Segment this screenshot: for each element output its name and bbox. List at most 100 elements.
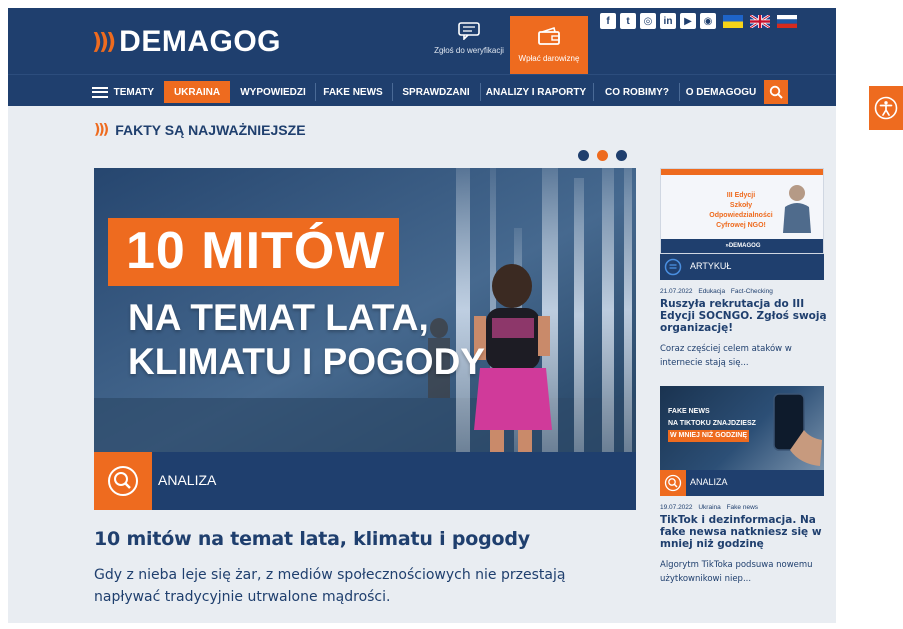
card-meta: 21.07.2022 Edukacja Fact-Checking (660, 288, 777, 295)
magnifier-circle-icon (108, 466, 138, 496)
card-category-bar[interactable]: ARTYKUŁ (660, 254, 824, 280)
card-meta: 19.07.2022 Ukraina Fake news (660, 504, 762, 511)
card-category-bar[interactable]: ANALIZA (660, 470, 824, 496)
nav-divider (392, 83, 393, 101)
card-date: 19.07.2022 (660, 504, 693, 511)
donate-button[interactable]: Wpłać darowiznę (510, 16, 588, 76)
hero-image[interactable]: 10 MITÓW NA TEMAT LATA, KLIMATU I POGODY (94, 168, 636, 452)
card-image-text-line: Szkoły Odpowiedzialności (709, 202, 773, 219)
hero-subtitle: NA TEMAT LATA, KLIMATU I POGODY (128, 296, 485, 384)
waves-icon: ))) (94, 122, 109, 138)
nav-item-analizy-i-raporty[interactable]: ANALIZY I RAPORTY (484, 81, 588, 103)
card-image-socngo[interactable]: III Edycji Szkoły Odpowiedzialności Cyfr… (660, 168, 824, 254)
search-button[interactable] (764, 80, 788, 104)
wallet-icon (538, 26, 560, 45)
report-for-verification-button[interactable]: Zgłoś do weryfikacji (424, 16, 514, 68)
nav-item-wypowiedzi[interactable]: WYPOWIEDZI (234, 81, 312, 103)
card-category-label: ANALIZA (690, 477, 728, 487)
ukraine-flag-icon[interactable] (723, 14, 743, 28)
card-image-text-line: FAKE NEWS (668, 408, 710, 415)
linkedin-icon[interactable]: in (660, 13, 676, 29)
carousel-dot[interactable] (616, 150, 627, 161)
nav-label: TEMATY (113, 86, 154, 98)
nav-item-fake-news[interactable]: FAKE NEWS (318, 81, 388, 103)
site-header: ))) DEMAGOG Zgłoś do weryfikacji Wpłać d… (8, 8, 836, 76)
instagram-icon[interactable]: ◎ (640, 13, 656, 29)
nav-item-ukraina[interactable]: UKRAINA (164, 81, 230, 103)
nav-divider (480, 83, 481, 101)
search-icon (769, 85, 783, 99)
card-tag[interactable]: Fact-Checking (731, 288, 773, 295)
phone-hand-photo (773, 393, 822, 466)
hero-title-box: 10 MITÓW (108, 218, 400, 286)
youtube-icon[interactable]: ▶ (680, 13, 696, 29)
card-image-text: FAKE NEWS NA TIKTOKU ZNAJDZIESZ W MNIEJ … (668, 406, 756, 442)
card-tag[interactable]: Edukacja (698, 288, 725, 295)
nav-label: UKRAINA (173, 86, 221, 98)
carousel-dot[interactable] (578, 150, 589, 161)
card-image-text: III Edycji Szkoły Odpowiedzialności Cyfr… (701, 191, 781, 231)
logo-text: DEMAGOG (119, 25, 282, 58)
nav-divider (315, 83, 316, 101)
social-links: f t ◎ in ▶ ◉ (600, 13, 797, 29)
nav-item-co-robimy[interactable]: CO ROBIMY? (598, 81, 676, 103)
person-photo (783, 185, 811, 233)
card-image-text-line: III Edycji (726, 192, 756, 199)
nav-divider (679, 83, 680, 101)
hero-subtitle-line1: NA TEMAT LATA, (128, 297, 429, 338)
nav-label: CO ROBIMY? (605, 86, 669, 98)
magnifier-circle-icon (664, 474, 682, 492)
article-title[interactable]: 10 mitów na temat lata, klimatu i pogody (94, 528, 530, 550)
analysis-icon-box (660, 470, 686, 496)
rss-icon[interactable]: ◉ (700, 13, 716, 29)
card-image-text-highlight: W MNIEJ NIŻ GODZINĘ (668, 430, 749, 442)
hero-category-label: ANALIZA (158, 472, 217, 488)
uk-flag-icon[interactable] (750, 14, 770, 28)
card-image-text-line: Cyfrowej NGO! (716, 222, 766, 229)
card-image-tiktok[interactable]: FAKE NEWS NA TIKTOKU ZNAJDZIESZ W MNIEJ … (660, 386, 824, 470)
hero-title: 10 MITÓW (126, 222, 386, 280)
analysis-icon-box (94, 452, 152, 510)
card-excerpt: Algorytm TikToka podsuwa nowemu użytkown… (660, 560, 813, 584)
chat-bubble-icon (458, 22, 480, 40)
nav-item-o-demagogu[interactable]: O DEMAGOGU (682, 81, 760, 103)
card-tag[interactable]: Fake news (727, 504, 758, 511)
card-image-footer: »DEMAGOG (661, 239, 823, 253)
logo-waves-icon: ))) (92, 29, 116, 55)
nav-item-sprawdzani[interactable]: SPRAWDZANI (396, 81, 476, 103)
nav-label: FAKE NEWS (323, 86, 383, 98)
card-category-label: ARTYKUŁ (690, 261, 732, 271)
site-logo[interactable]: ))) DEMAGOG (92, 22, 281, 62)
article-excerpt: Gdy z nieba leje się żar, z mediów społe… (94, 567, 566, 605)
russia-flag-icon[interactable] (777, 14, 797, 28)
accessibility-button[interactable] (869, 86, 903, 130)
section-heading: ))) FAKTY SĄ NAJWAŻNIEJSZE (94, 122, 306, 138)
report-label: Zgłoś do weryfikacji (434, 46, 504, 55)
nav-item-tematy[interactable]: TEMATY (92, 81, 154, 103)
card-title[interactable]: TikTok i dezinformacja. Na fake newsa na… (660, 514, 828, 550)
card-top-stripe (661, 169, 823, 175)
card-image-text-line: NA TIKTOKU ZNAJDZIESZ (668, 420, 756, 427)
main-nav: TEMATY UKRAINA WYPOWIEDZI FAKE NEWS SPRA… (8, 74, 836, 106)
nav-label: SPRAWDZANI (402, 86, 470, 98)
card-date: 21.07.2022 (660, 288, 693, 295)
article-icon (664, 258, 682, 276)
donate-label: Wpłać darowiznę (518, 54, 580, 63)
nav-label: WYPOWIEDZI (240, 86, 306, 98)
carousel-dot-active[interactable] (597, 150, 608, 161)
article-icon-box (662, 256, 684, 278)
section-title: FAKTY SĄ NAJWAŻNIEJSZE (115, 122, 306, 138)
twitter-icon[interactable]: t (620, 13, 636, 29)
nav-label: ANALIZY I RAPORTY (485, 86, 587, 98)
nav-label: O DEMAGOGU (685, 86, 757, 98)
page-frame: ))) DEMAGOG Zgłoś do weryfikacji Wpłać d… (8, 8, 836, 623)
hero-subtitle-line2: KLIMATU I POGODY (128, 341, 485, 382)
card-tag[interactable]: Ukraina (698, 504, 720, 511)
nav-divider (593, 83, 594, 101)
hero-category-bar[interactable]: ANALIZA (94, 452, 636, 510)
facebook-icon[interactable]: f (600, 13, 616, 29)
carousel-dots (578, 150, 627, 161)
card-title[interactable]: Ruszyła rekrutacja do III Edycji SOCNGO.… (660, 298, 828, 334)
card-excerpt: Coraz częściej celem ataków w internecie… (660, 344, 792, 368)
accessibility-icon (874, 96, 898, 120)
